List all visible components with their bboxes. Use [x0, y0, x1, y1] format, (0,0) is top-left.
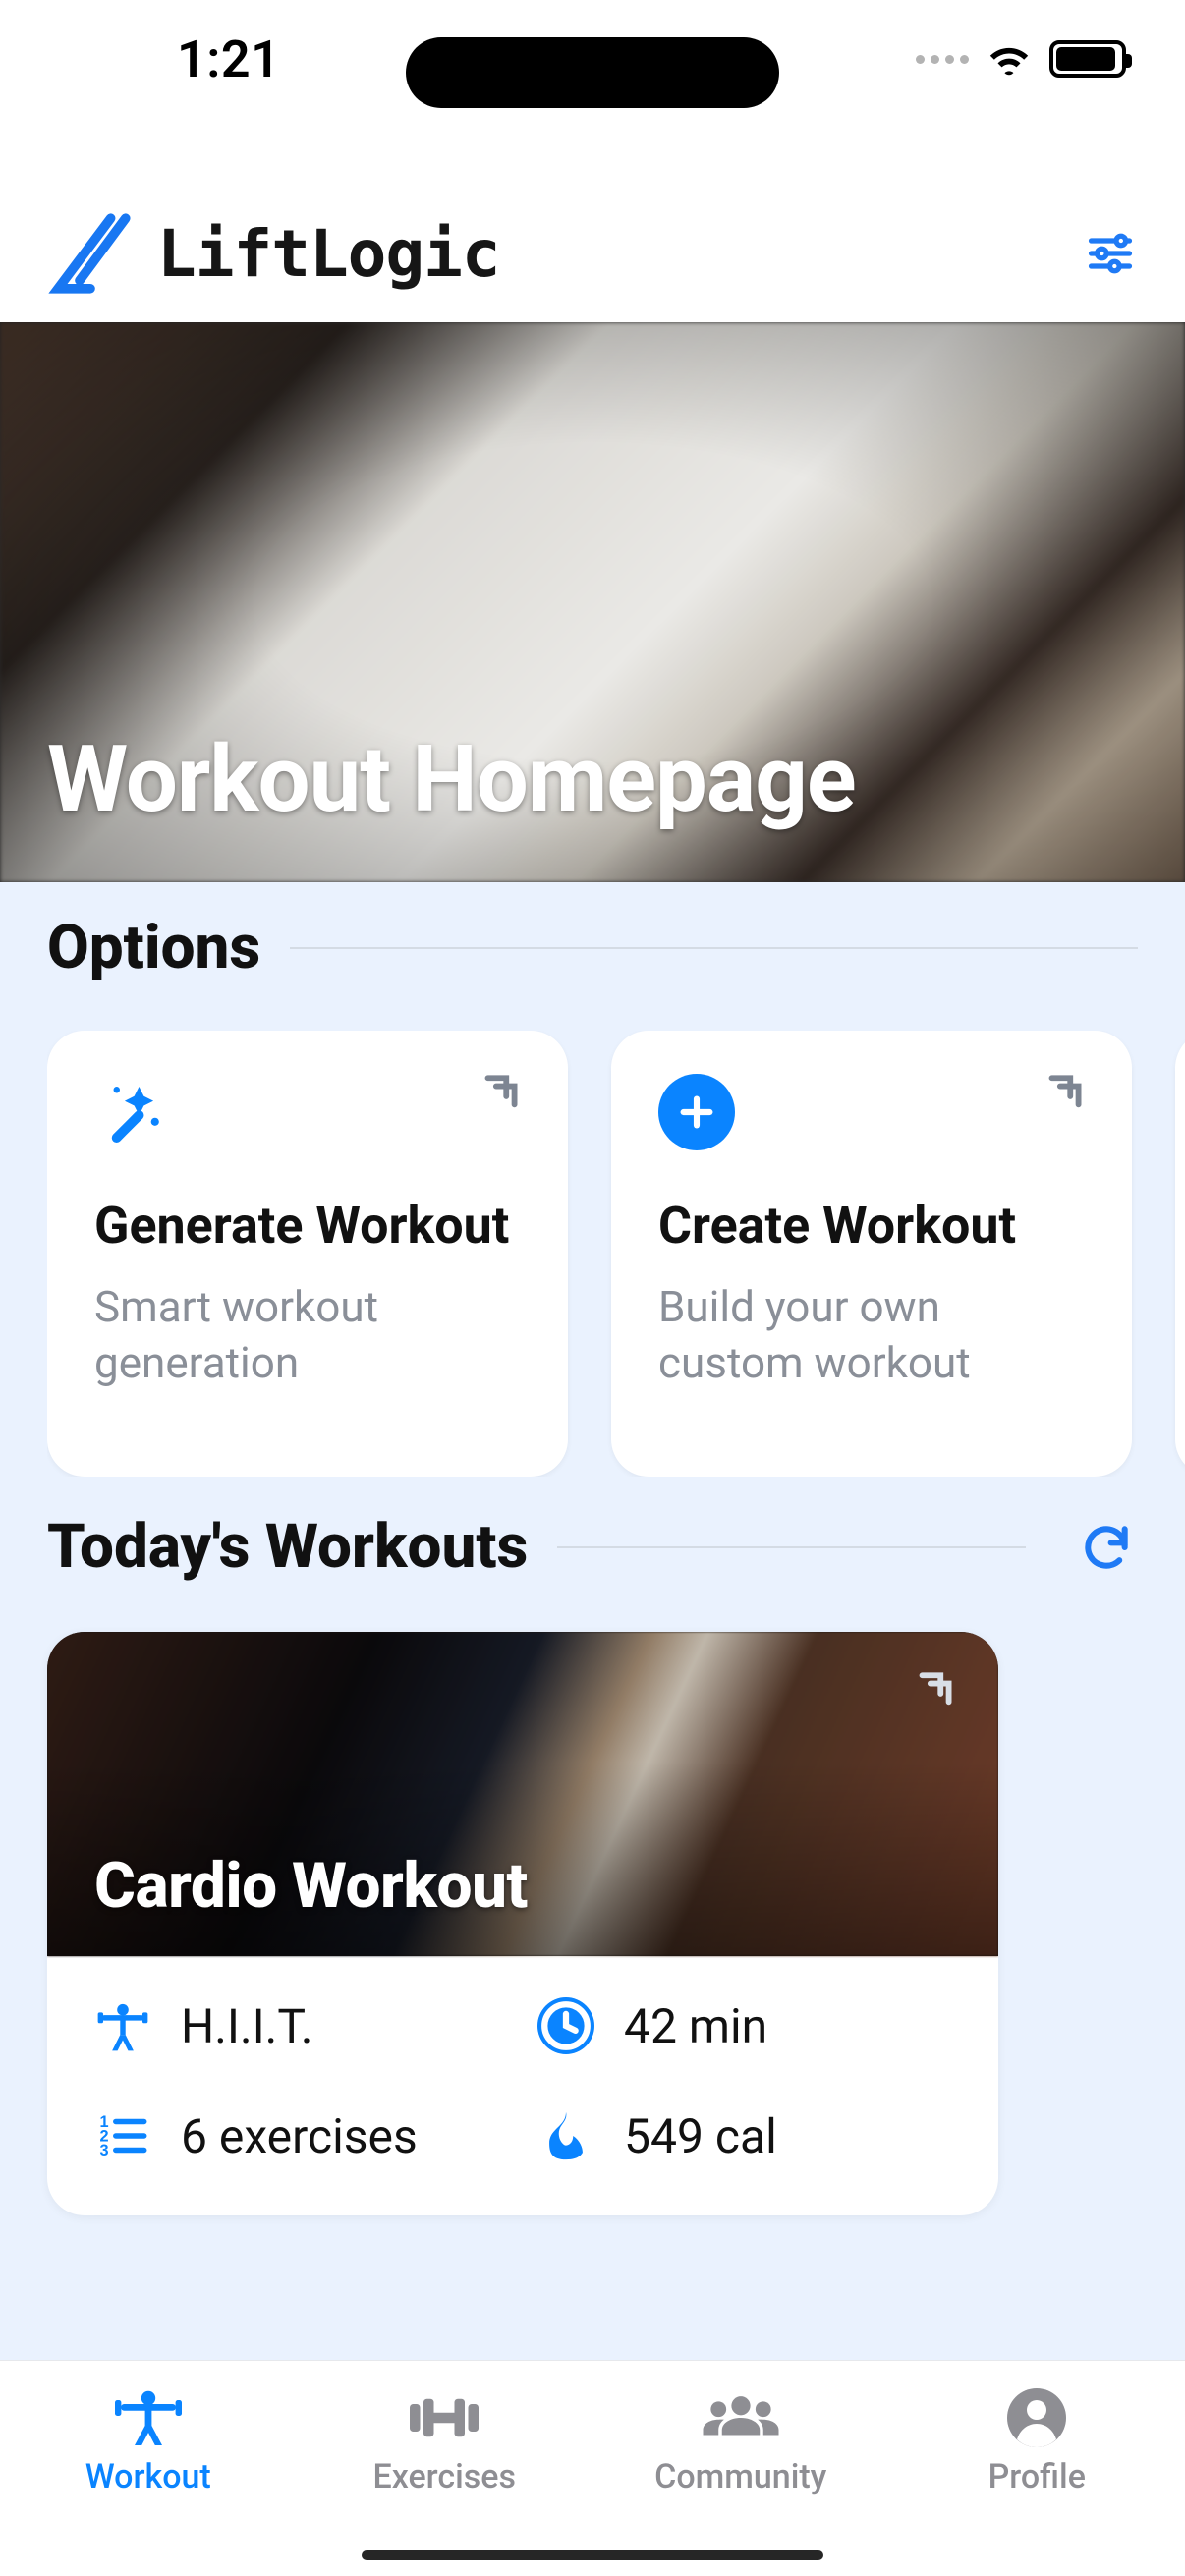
- workout-icon: [107, 2386, 190, 2449]
- divider: [290, 947, 1138, 949]
- app-logo[interactable]: LiftLogic: [47, 210, 500, 297]
- today-title: Today's Workouts: [47, 1511, 528, 1583]
- options-title: Options: [47, 912, 260, 983]
- clock-icon: [537, 1997, 594, 2054]
- stat-calories-label: 549 cal: [624, 2108, 777, 2164]
- app-header: LiftLogic: [0, 185, 1185, 322]
- expand-icon: [910, 1669, 959, 1718]
- numbered-list-icon: 123: [94, 2107, 151, 2164]
- svg-text:3: 3: [99, 2142, 108, 2159]
- option-card-title: Create Workout: [658, 1196, 1085, 1256]
- refresh-button[interactable]: [1075, 1516, 1138, 1579]
- stat-type: H.I.I.T.: [94, 1997, 508, 2054]
- dumbbell-icon: [403, 2386, 485, 2449]
- stat-exercises-label: 6 exercises: [181, 2108, 418, 2164]
- expand-icon: [476, 1072, 525, 1121]
- stat-exercises: 123 6 exercises: [94, 2107, 508, 2164]
- status-icons: [916, 40, 1126, 78]
- cellular-dots-icon: [916, 55, 969, 64]
- tab-label: Workout: [85, 2457, 211, 2496]
- profile-icon: [995, 2386, 1078, 2449]
- stat-duration-label: 42 min: [624, 1998, 767, 2054]
- tab-community[interactable]: Community: [592, 2386, 889, 2496]
- tab-bar: Workout Exercises Community Profile: [0, 2360, 1185, 2576]
- tab-exercises[interactable]: Exercises: [297, 2386, 593, 2496]
- hero: Workout Homepage: [0, 322, 1185, 882]
- option-card-create[interactable]: Create Workout Build your own custom wor…: [611, 1031, 1132, 1477]
- magic-wand-icon: [94, 1074, 171, 1150]
- workout-card-title: Cardio Workout: [94, 1849, 528, 1923]
- divider: [557, 1546, 1026, 1548]
- tab-workout[interactable]: Workout: [0, 2386, 297, 2496]
- options-section: Options Generate Workout Smart workout g…: [47, 912, 1185, 1477]
- option-card-generate[interactable]: Generate Workout Smart workout generatio…: [47, 1031, 568, 1477]
- today-section: Today's Workouts Cardio Workout: [47, 1511, 1138, 2215]
- wifi-icon: [987, 41, 1032, 77]
- option-card-subtitle: Build your own custom workout: [658, 1279, 1085, 1391]
- workout-card-cardio[interactable]: Cardio Workout H.I.I.T. 42 min: [47, 1632, 998, 2215]
- screen: 1:21 LiftLogic: [0, 0, 1185, 2576]
- tab-label: Exercises: [372, 2457, 516, 2496]
- plus-circle-icon: [658, 1074, 735, 1150]
- workout-stats: H.I.I.T. 42 min 123 6 exercises: [47, 1956, 998, 2215]
- tab-profile[interactable]: Profile: [889, 2386, 1185, 2496]
- option-card-schedule[interactable]: Cre Pla sch: [1175, 1031, 1185, 1477]
- weightlifter-icon: [94, 1997, 151, 2054]
- stat-type-label: H.I.I.T.: [181, 1998, 313, 2054]
- battery-icon: [1049, 40, 1126, 78]
- options-scroller[interactable]: Generate Workout Smart workout generatio…: [47, 1031, 1185, 1477]
- logo-icon: [47, 210, 134, 297]
- tab-label: Profile: [988, 2457, 1086, 2496]
- option-card-subtitle: Smart workout generation: [94, 1279, 521, 1391]
- settings-button[interactable]: [1083, 226, 1138, 281]
- status-time: 1:21: [177, 29, 280, 89]
- option-card-title: Generate Workout: [94, 1196, 521, 1256]
- stat-duration: 42 min: [537, 1997, 951, 2054]
- sliders-icon: [1085, 228, 1136, 279]
- refresh-icon: [1079, 1520, 1134, 1575]
- stat-calories: 549 cal: [537, 2107, 951, 2164]
- dynamic-island: [406, 37, 779, 108]
- tab-label: Community: [654, 2457, 826, 2496]
- people-icon: [700, 2386, 782, 2449]
- home-indicator: [362, 2550, 823, 2560]
- flame-icon: [537, 2107, 594, 2164]
- app-name: LiftLogic: [157, 216, 500, 292]
- status-bar: 1:21: [0, 0, 1185, 118]
- page-title: Workout Homepage: [47, 725, 856, 833]
- expand-icon: [1040, 1072, 1089, 1121]
- workout-card-hero: Cardio Workout: [47, 1632, 998, 1956]
